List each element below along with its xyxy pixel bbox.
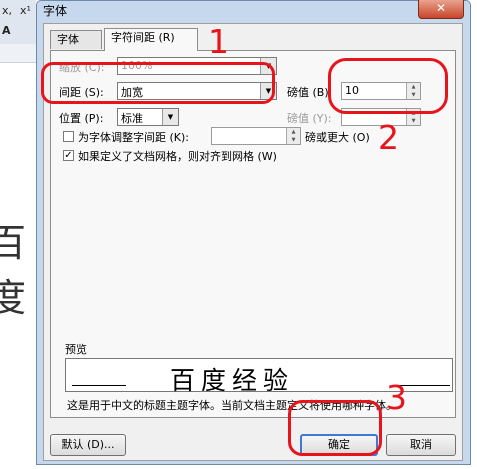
subscript-button[interactable]: x, xyxy=(2,4,12,17)
grid-label: 如果定义了文档网格，则对齐到网格 (W) xyxy=(78,150,277,163)
tab-character-spacing[interactable]: 字符间距 (R) xyxy=(104,28,198,51)
annotation-ring-spacing xyxy=(41,62,275,104)
preview-sample: 百度经验 xyxy=(170,366,295,395)
kerning-suffix: 磅或更大 (O) xyxy=(305,131,370,144)
chevron-down-icon: ▼ xyxy=(162,109,178,125)
cancel-button[interactable]: 取消 xyxy=(386,434,456,456)
annotation-number-3: 3 xyxy=(386,378,407,417)
annotation-ring-ok xyxy=(288,400,382,456)
kerning-input[interactable]: ▲ ▼ xyxy=(211,127,301,145)
annotation-ring-value xyxy=(328,58,448,114)
position-select[interactable]: 标准 ▼ xyxy=(117,108,179,126)
title-bar: 字体 ✕ xyxy=(37,0,470,21)
document-area: x, x¹ A 百度 xyxy=(0,0,36,469)
preview-label: 预览 xyxy=(65,343,87,356)
preview-line-left xyxy=(72,385,126,386)
document-text: 百度 xyxy=(0,221,27,320)
superscript-button[interactable]: x¹ xyxy=(20,4,31,17)
grid-checkbox[interactable]: ✓ xyxy=(63,150,74,161)
annotation-number-1: 1 xyxy=(208,22,229,61)
position-value: 标准 xyxy=(121,112,143,125)
spin-down-icon[interactable]: ▼ xyxy=(286,136,300,144)
tab-font[interactable]: 字体 (N) xyxy=(50,30,102,64)
dialog-title: 字体 xyxy=(43,4,68,18)
close-button[interactable]: ✕ xyxy=(418,0,464,19)
ribbon-toolbar: x, x¹ A xyxy=(0,0,36,45)
position-label: 位置 (P): xyxy=(59,112,104,125)
annotation-number-2: 2 xyxy=(378,118,399,157)
kerning-checkbox[interactable] xyxy=(63,131,74,142)
default-button[interactable]: 默认 (D)... xyxy=(50,434,126,456)
ruler xyxy=(0,44,36,63)
font-color-button[interactable]: A xyxy=(2,24,11,37)
kerning-label: 为字体调整字间距 (K): xyxy=(78,131,189,144)
spacing-by-label: 磅值 (B): xyxy=(287,86,333,99)
spin-up-icon[interactable]: ▲ xyxy=(286,128,300,136)
spin-down-icon[interactable]: ▼ xyxy=(406,117,420,125)
position-by-label: 磅值 (Y): xyxy=(287,112,332,125)
